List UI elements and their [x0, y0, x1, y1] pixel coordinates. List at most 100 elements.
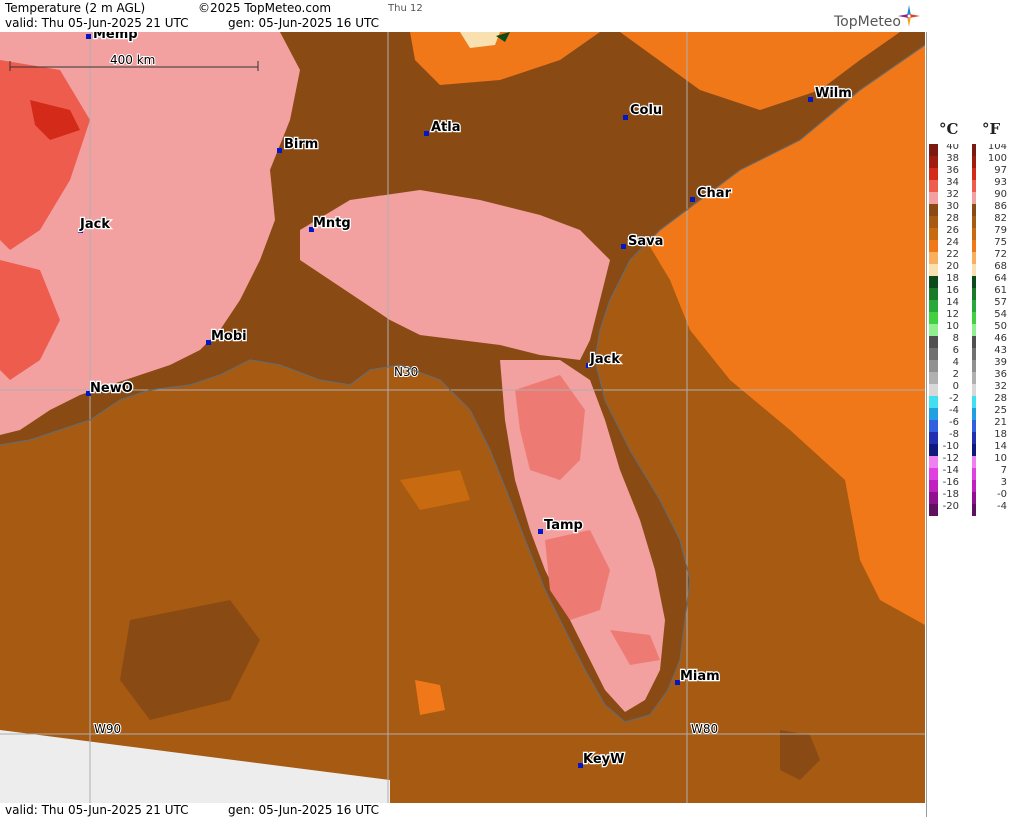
legend-swatch-f: [972, 276, 976, 288]
legend-swatch-c: [929, 192, 938, 204]
legend-label-c: 18: [946, 273, 959, 284]
map-footer: valid: Thu 05-Jun-2025 21 UTC gen: 05-Ju…: [0, 803, 925, 817]
legend-label-c: -16: [943, 477, 959, 488]
city-tamp[interactable]: Tamp: [538, 517, 584, 534]
day-tab[interactable]: Thu 12: [388, 3, 423, 14]
legend-swatch-f: [972, 372, 976, 384]
legend-label-f: 93: [994, 177, 1007, 188]
legend-label-f: 25: [994, 405, 1007, 416]
legend-swatch-c: [929, 228, 938, 240]
legend-swatch-c: [929, 396, 938, 408]
legend-swatch-c: [929, 252, 938, 264]
svg-text:Jack: Jack: [589, 352, 620, 367]
legend-label-c: 6: [953, 345, 959, 356]
legend-swatch-f: [972, 180, 976, 192]
legend-swatch-c: [929, 468, 938, 480]
city-newo[interactable]: NewO: [86, 380, 134, 397]
legend-swatch-f: [972, 480, 976, 492]
legend-swatch-f: [972, 492, 976, 504]
compass-logo-icon: [898, 5, 920, 27]
city-jack-ms[interactable]: Jack: [78, 216, 112, 234]
legend-swatch-f: [972, 300, 976, 312]
legend-swatch-c: [929, 504, 938, 516]
svg-text:KeyW: KeyW: [583, 752, 624, 767]
legend-swatch-f: [972, 264, 976, 276]
svg-text:Colu: Colu: [630, 103, 662, 118]
footer-valid-time: valid: Thu 05-Jun-2025 21 UTC: [5, 803, 189, 817]
grid-label-w80: W80: [691, 722, 718, 736]
legend-label-c: 8: [953, 333, 959, 344]
legend-swatch-f: [972, 252, 976, 264]
city-mntg[interactable]: Mntg: [309, 215, 352, 232]
color-legend: °C °F 40 104 38 100 36 97 34 93 32 90 30 86 28 82 26 79…: [926, 32, 1017, 817]
legend-swatch-f: [972, 384, 976, 396]
legend-swatch-c: [929, 456, 938, 468]
legend-label-c: 38: [946, 153, 959, 164]
legend-swatch-f: [972, 504, 976, 516]
city-mobi[interactable]: Mobi: [206, 328, 248, 345]
legend-label-f: 32: [994, 381, 1007, 392]
legend-swatch-c: [929, 444, 938, 456]
legend-label-f: 3: [1001, 477, 1007, 488]
legend-label-f: 82: [994, 213, 1007, 224]
legend-swatch-f: [972, 408, 976, 420]
legend-swatch-f: [972, 396, 976, 408]
legend-unit-fahrenheit: °F: [982, 120, 1001, 138]
legend-label-f: 21: [994, 417, 1007, 428]
legend-label-c: 20: [946, 261, 959, 272]
legend-label-f: 36: [994, 369, 1007, 380]
city-memp[interactable]: Memp: [86, 32, 139, 43]
legend-label-f: 14: [994, 441, 1007, 452]
city-birm[interactable]: Birm: [277, 136, 320, 153]
legend-swatch-c: [929, 348, 938, 360]
legend-label-f: 100: [988, 153, 1007, 164]
legend-label-c: 14: [946, 297, 959, 308]
legend-swatch-f: [972, 288, 976, 300]
legend-label-f: 79: [994, 225, 1007, 236]
svg-text:Wilm: Wilm: [815, 86, 852, 101]
legend-label-c: -6: [949, 417, 959, 428]
legend-swatch-f: [972, 348, 976, 360]
legend-swatch-c: [929, 240, 938, 252]
legend-label-f: 90: [994, 189, 1007, 200]
svg-text:Memp: Memp: [93, 32, 138, 42]
legend-label-f: -0: [997, 489, 1007, 500]
svg-text:Birm: Birm: [284, 137, 318, 152]
legend-label-c: 32: [946, 189, 959, 200]
legend-swatch-c: [929, 180, 938, 192]
legend-swatch-f: [972, 144, 976, 156]
legend-label-c: -18: [943, 489, 959, 500]
legend-swatch-c: [929, 216, 938, 228]
legend-swatch-c: [929, 288, 938, 300]
legend-swatch-c: [929, 276, 938, 288]
legend-swatch-f: [972, 312, 976, 324]
city-wilm[interactable]: Wilm: [808, 85, 853, 102]
legend-swatch-f: [972, 432, 976, 444]
legend-swatch-f: [972, 204, 976, 216]
legend-label-f: 39: [994, 357, 1007, 368]
city-char[interactable]: Char: [690, 185, 733, 202]
legend-label-c: 34: [946, 177, 959, 188]
legend-swatch-c: [929, 420, 938, 432]
legend-swatch-c: [929, 312, 938, 324]
legend-swatch-f: [972, 216, 976, 228]
valid-time: valid: Thu 05-Jun-2025 21 UTC: [5, 16, 189, 30]
city-keyw[interactable]: KeyW: [578, 751, 626, 768]
legend-label-c: -12: [943, 453, 959, 464]
city-jack-fl[interactable]: Jack: [586, 351, 622, 368]
svg-text:Mntg: Mntg: [313, 216, 351, 231]
legend-label-f: 50: [994, 321, 1007, 332]
legend-swatch-c: [929, 156, 938, 168]
grid-label-w90: W90: [94, 722, 121, 736]
svg-text:Atla: Atla: [431, 120, 461, 135]
temperature-map[interactable]: N30 W90 W80 400 km Memp Birm Atla Colu W…: [0, 32, 925, 803]
parameter-title: Temperature (2 m AGL): [5, 1, 146, 15]
svg-text:Tamp: Tamp: [544, 518, 583, 533]
legend-label-c: -10: [943, 441, 959, 452]
city-miam[interactable]: Miam: [675, 668, 721, 685]
legend-swatch-f: [972, 192, 976, 204]
legend-swatch-c: [929, 492, 938, 504]
city-sava[interactable]: Sava: [621, 233, 665, 250]
footer-generated-time: gen: 05-Jun-2025 16 UTC: [228, 803, 380, 817]
legend-label-c: 28: [946, 213, 959, 224]
